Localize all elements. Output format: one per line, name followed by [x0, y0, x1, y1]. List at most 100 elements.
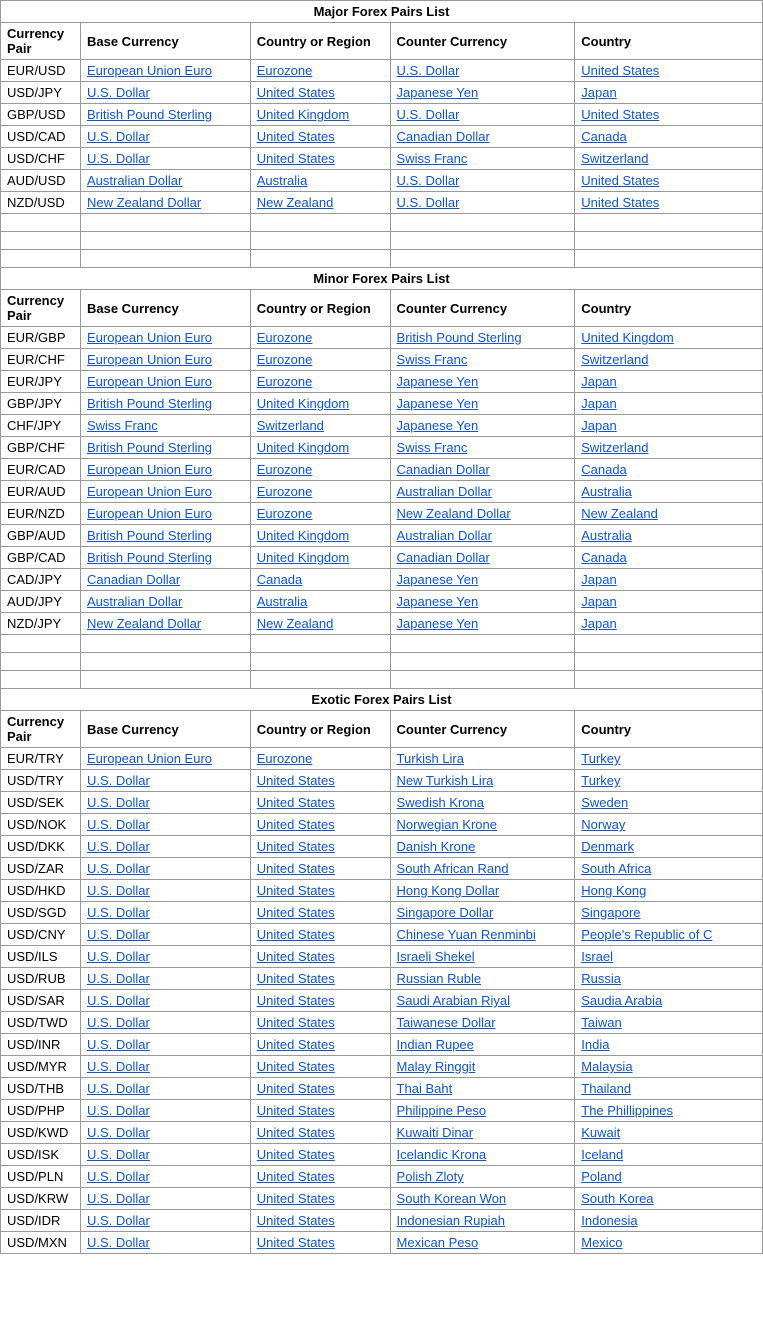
table-row: EUR/CHFEuropean Union EuroEurozoneSwiss …: [1, 349, 763, 371]
table-cell: [250, 250, 390, 268]
table-cell: Norway: [575, 814, 763, 836]
table-cell: [250, 653, 390, 671]
section-header: Exotic Forex Pairs List: [1, 689, 763, 711]
table-row: AUD/USDAustralian DollarAustraliaU.S. Do…: [1, 170, 763, 192]
table-row: USD/CHFU.S. DollarUnited StatesSwiss Fra…: [1, 148, 763, 170]
table-cell: Australia: [575, 525, 763, 547]
table-cell: [80, 232, 250, 250]
table-cell: Australian Dollar: [80, 170, 250, 192]
table-cell: USD/PHP: [1, 1100, 81, 1122]
table-cell: Japanese Yen: [390, 371, 575, 393]
table-cell: Indian Rupee: [390, 1034, 575, 1056]
table-cell: Danish Krone: [390, 836, 575, 858]
table-cell: USD/TWD: [1, 1012, 81, 1034]
table-cell: Japanese Yen: [390, 393, 575, 415]
table-cell: New Zealand: [250, 613, 390, 635]
table-cell: Canadian Dollar: [390, 459, 575, 481]
table-cell: United States: [250, 858, 390, 880]
table-cell: Switzerland: [575, 437, 763, 459]
table-cell: CHF/JPY: [1, 415, 81, 437]
section-title: Exotic Forex Pairs List: [1, 689, 763, 711]
table-cell: United States: [575, 170, 763, 192]
column-header: Base Currency: [80, 23, 250, 60]
table-cell: India: [575, 1034, 763, 1056]
table-row: EUR/USDEuropean Union EuroEurozoneU.S. D…: [1, 60, 763, 82]
table-cell: New Zealand: [250, 192, 390, 214]
table-row: USD/ZARU.S. DollarUnited StatesSouth Afr…: [1, 858, 763, 880]
table-row: GBP/CADBritish Pound SterlingUnited King…: [1, 547, 763, 569]
table-cell: United States: [250, 1122, 390, 1144]
table-cell: Japanese Yen: [390, 569, 575, 591]
table-cell: Japanese Yen: [390, 613, 575, 635]
table-cell: U.S. Dollar: [80, 902, 250, 924]
table-cell: GBP/CHF: [1, 437, 81, 459]
table-cell: EUR/GBP: [1, 327, 81, 349]
table-cell: [575, 653, 763, 671]
table-cell: Canada: [575, 459, 763, 481]
table-cell: Singapore: [575, 902, 763, 924]
table-cell: EUR/TRY: [1, 748, 81, 770]
table-cell: European Union Euro: [80, 481, 250, 503]
table-cell: U.S. Dollar: [80, 836, 250, 858]
table-cell: United States: [250, 946, 390, 968]
table-cell: USD/SGD: [1, 902, 81, 924]
table-cell: Japan: [575, 393, 763, 415]
table-cell: British Pound Sterling: [390, 327, 575, 349]
table-cell: Canada: [575, 547, 763, 569]
table-row: USD/CADU.S. DollarUnited StatesCanadian …: [1, 126, 763, 148]
table-cell: Turkish Lira: [390, 748, 575, 770]
table-cell: AUD/JPY: [1, 591, 81, 613]
table-cell: U.S. Dollar: [80, 858, 250, 880]
table-cell: Mexican Peso: [390, 1232, 575, 1254]
table-cell: Sweden: [575, 792, 763, 814]
table-cell: Eurozone: [250, 60, 390, 82]
table-cell: New Zealand: [575, 503, 763, 525]
table-cell: Japanese Yen: [390, 415, 575, 437]
table-cell: United States: [250, 1078, 390, 1100]
table-row: USD/MYRU.S. DollarUnited StatesMalay Rin…: [1, 1056, 763, 1078]
table-cell: USD/NOK: [1, 814, 81, 836]
table-row: EUR/CADEuropean Union EuroEurozoneCanadi…: [1, 459, 763, 481]
table-cell: European Union Euro: [80, 503, 250, 525]
table-row: [1, 653, 763, 671]
column-header: Counter Currency: [390, 290, 575, 327]
table-cell: Australia: [575, 481, 763, 503]
table-row: EUR/AUDEuropean Union EuroEurozoneAustra…: [1, 481, 763, 503]
table-row: EUR/GBPEuropean Union EuroEurozoneBritis…: [1, 327, 763, 349]
table-cell: U.S. Dollar: [80, 1034, 250, 1056]
table-cell: South African Rand: [390, 858, 575, 880]
table-cell: [390, 214, 575, 232]
table-row: USD/PHPU.S. DollarUnited StatesPhilippin…: [1, 1100, 763, 1122]
table-cell: USD/PLN: [1, 1166, 81, 1188]
table-cell: USD/SEK: [1, 792, 81, 814]
table-cell: Swiss Franc: [390, 148, 575, 170]
table-cell: USD/TRY: [1, 770, 81, 792]
column-header-row: Currency PairBase CurrencyCountry or Reg…: [1, 23, 763, 60]
table-row: NZD/USDNew Zealand DollarNew ZealandU.S.…: [1, 192, 763, 214]
table-row: USD/CNYU.S. DollarUnited StatesChinese Y…: [1, 924, 763, 946]
table-cell: [250, 635, 390, 653]
table-cell: NZD/JPY: [1, 613, 81, 635]
table-cell: United States: [575, 192, 763, 214]
table-cell: U.S. Dollar: [80, 1232, 250, 1254]
table-row: USD/NOKU.S. DollarUnited StatesNorwegian…: [1, 814, 763, 836]
table-cell: Canadian Dollar: [390, 547, 575, 569]
table-cell: Iceland: [575, 1144, 763, 1166]
table-row: GBP/USDBritish Pound SterlingUnited King…: [1, 104, 763, 126]
table-cell: Thailand: [575, 1078, 763, 1100]
table-row: [1, 214, 763, 232]
table-cell: [250, 214, 390, 232]
table-cell: GBP/USD: [1, 104, 81, 126]
table-cell: Poland: [575, 1166, 763, 1188]
table-cell: United States: [250, 82, 390, 104]
table-cell: U.S. Dollar: [80, 148, 250, 170]
table-cell: Japan: [575, 613, 763, 635]
table-row: EUR/NZDEuropean Union EuroEurozoneNew Ze…: [1, 503, 763, 525]
table-cell: United States: [250, 1210, 390, 1232]
table-cell: Taiwanese Dollar: [390, 1012, 575, 1034]
table-cell: British Pound Sterling: [80, 525, 250, 547]
table-cell: Swiss Franc: [80, 415, 250, 437]
table-cell: [80, 671, 250, 689]
table-cell: [80, 635, 250, 653]
table-cell: U.S. Dollar: [80, 1210, 250, 1232]
